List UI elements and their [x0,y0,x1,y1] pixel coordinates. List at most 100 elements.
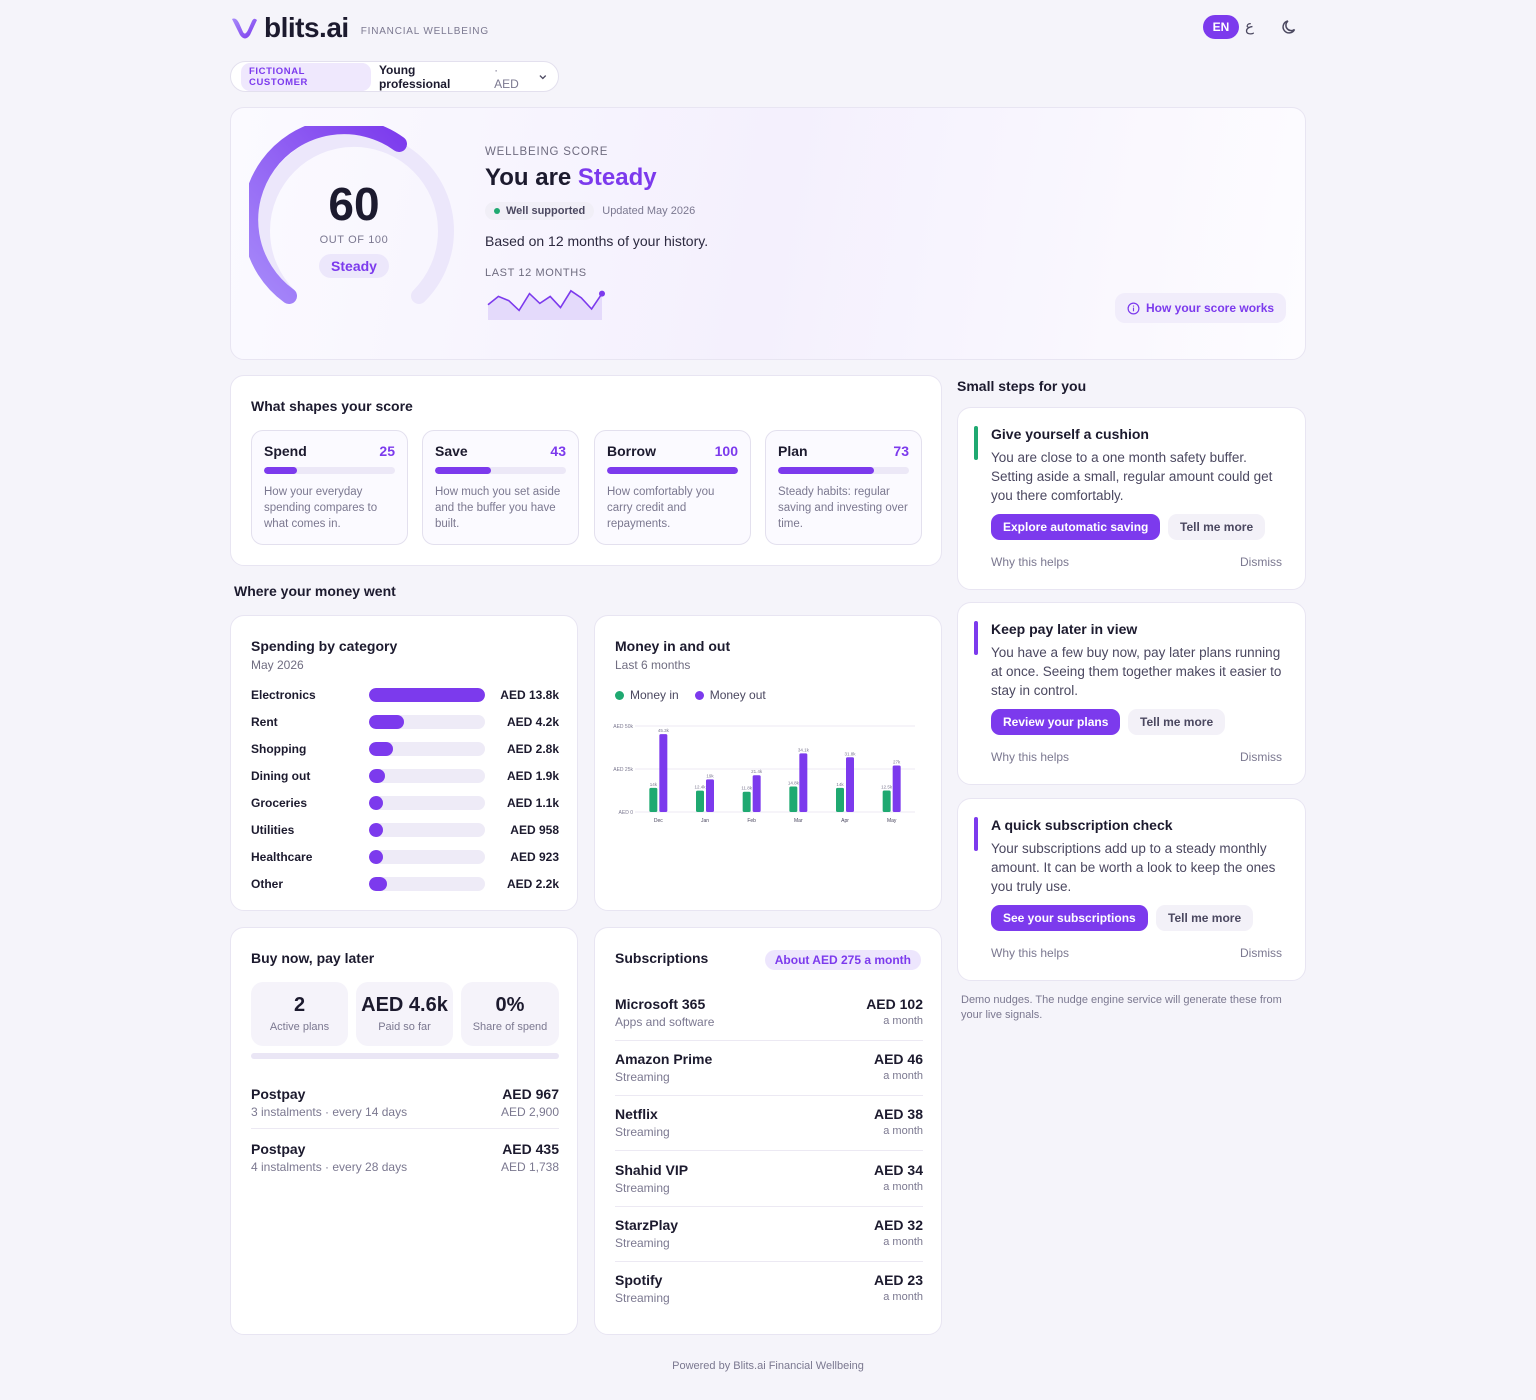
factor-save[interactable]: Save 43 How much you set aside and the bu… [422,430,579,545]
spending-by-category-card: Spending by category May 2026 Electronic… [230,615,578,911]
step-card: Keep pay later in view You have a few buy… [957,602,1306,785]
trend-label: LAST 12 MONTHS [485,267,587,279]
bnpl-plan-row[interactable]: Postpay 4 instalments · every 28 days AE… [251,1141,559,1189]
divider [615,1150,923,1152]
sparkline-area [488,290,602,320]
money-in-bar[interactable] [882,790,891,813]
step-primary-button[interactable]: See your subscriptions [991,905,1148,931]
dismiss-link[interactable]: Dismiss [1240,555,1282,569]
factor-bar [778,467,909,474]
factor-spend[interactable]: Spend 25 How your everyday spending compa… [251,430,408,545]
category-row[interactable]: Other AED 2.2k [251,875,559,893]
factor-name: Save [435,443,468,459]
plan-total: AED 1,738 [500,1160,559,1174]
subscription-row[interactable]: Microsoft 365 Apps and software AED 102 a m… [615,996,923,1051]
subscription-name: Amazon Prime [615,1051,713,1068]
money-out-bar[interactable] [799,753,808,812]
divider [615,1260,923,1262]
subscription-period: a month [883,1180,923,1193]
factor-desc: How comfortably you carry credit and rep… [607,486,715,530]
tell-me-more-button[interactable]: Tell me more [1168,514,1266,540]
plan-name: Postpay [251,1086,306,1102]
money-in-bar[interactable] [649,787,658,812]
step-primary-button[interactable]: Review your plans [991,709,1121,735]
factor-value: 100 [714,443,738,459]
money-out-bar[interactable] [846,757,854,812]
step-description: You have a few buy now, pay later plans … [991,645,1282,698]
dismiss-link[interactable]: Dismiss [1240,750,1282,764]
step-primary-button[interactable]: Explore automatic saving [991,514,1161,540]
bnpl-share-bar [251,1053,559,1059]
step-accent [974,426,978,460]
money-out-bar[interactable] [892,765,901,812]
bar-value-label: 14.8k [788,781,800,786]
subscription-amount: AED 32 [873,1216,923,1233]
money-in-bar[interactable] [696,790,704,812]
bar-value-label: 19k [706,773,714,778]
money-out-bar[interactable] [752,775,761,812]
persona-selector[interactable]: FICTIONAL CUSTOMER Young professional · … [230,61,559,92]
fictional-customer-tag: FICTIONAL CUSTOMER [241,62,371,91]
category-row[interactable]: Shopping AED 2.8k [251,740,559,758]
category-row[interactable]: Electronics AED 13.8k [251,686,559,704]
category-row[interactable]: Rent AED 4.2k [251,713,559,731]
category-row[interactable]: Groceries AED 1.1k [251,794,559,812]
why-this-helps-link[interactable]: Why this helps [991,946,1069,960]
x-tick-label: Apr [841,818,849,824]
score-title-prefix: You are [485,164,572,191]
subscription-row[interactable]: Amazon Prime Streaming AED 46 a month [615,1051,923,1106]
blits-logo-icon [232,18,257,39]
plan-total: AED 2,900 [500,1105,559,1119]
category-row[interactable]: Dining out AED 1.9k [251,767,559,785]
category-name: Groceries [251,796,308,810]
persona-currency: · AED [494,62,519,91]
subscription-row[interactable]: Shahid VIP Streaming AED 34 a month [615,1162,923,1217]
subscription-name: Spotify [615,1272,663,1288]
step-description: Your subscriptions add up to a steady mo… [991,841,1276,894]
money-in-bar[interactable] [789,786,798,812]
money-out-bar[interactable] [659,734,668,812]
language-en-button[interactable]: EN [1203,15,1239,39]
category-row[interactable]: Healthcare AED 923 [251,848,559,866]
category-row[interactable]: Utilities AED 958 [251,821,559,839]
factor-borrow[interactable]: Borrow 100 How comfortably you carry cred… [594,430,751,545]
why-this-helps-link[interactable]: Why this helps [991,555,1069,569]
subscription-row[interactable]: Spotify Streaming AED 23 a month [615,1272,923,1327]
money-in-bar[interactable] [742,791,751,812]
money-in-bar[interactable] [836,787,844,812]
how-score-works-button[interactable]: How your score works [1115,293,1287,323]
bar-value-label: 34.1k [798,747,810,752]
bar-value-label: 31.8k [844,751,856,756]
bar-value-label: 27k [893,760,901,765]
category-name: Healthcare [251,850,313,864]
y-tick-label: AED 50k [613,724,633,730]
category-value: AED 1.1k [506,796,559,810]
factor-plan[interactable]: Plan 73 Steady habits: regular saving and… [765,430,922,545]
language-ar-button[interactable]: ع [1245,17,1254,35]
category-bar [369,850,485,864]
factor-bar [264,467,395,474]
category-bar [369,823,485,837]
factor-bar [607,467,738,474]
dismiss-link[interactable]: Dismiss [1240,946,1282,960]
stat-label: Share of spend [472,1021,548,1033]
category-value: AED 958 [510,823,559,837]
factor-value: 73 [893,443,909,459]
score-factors-card: What shapes your score Spend 25 How your … [230,375,942,566]
tell-me-more-button[interactable]: Tell me more [1128,709,1226,735]
why-this-helps-link[interactable]: Why this helps [991,750,1069,764]
support-text: Well supported [506,205,586,217]
subscription-period: a month [883,1070,923,1083]
brand-logo[interactable]: blits.ai FINANCIAL WELLBEING [230,12,489,44]
subscription-row[interactable]: Netflix Streaming AED 38 a month [615,1106,923,1161]
brand-subtitle: FINANCIAL WELLBEING [360,25,489,37]
step-title: Give yourself a cushion [991,426,1149,442]
x-tick-label: Dec [654,818,663,824]
moon-icon[interactable] [1280,17,1300,37]
money-out-bar[interactable] [706,779,714,812]
bnpl-plan-row[interactable]: Postpay 3 instalments · every 14 days AE… [251,1086,559,1134]
subscription-row[interactable]: StarzPlay Streaming AED 32 a month [615,1217,923,1272]
tell-me-more-button[interactable]: Tell me more [1156,905,1254,931]
subscription-amount: AED 23 [873,1272,923,1288]
category-name: Dining out [251,769,311,783]
